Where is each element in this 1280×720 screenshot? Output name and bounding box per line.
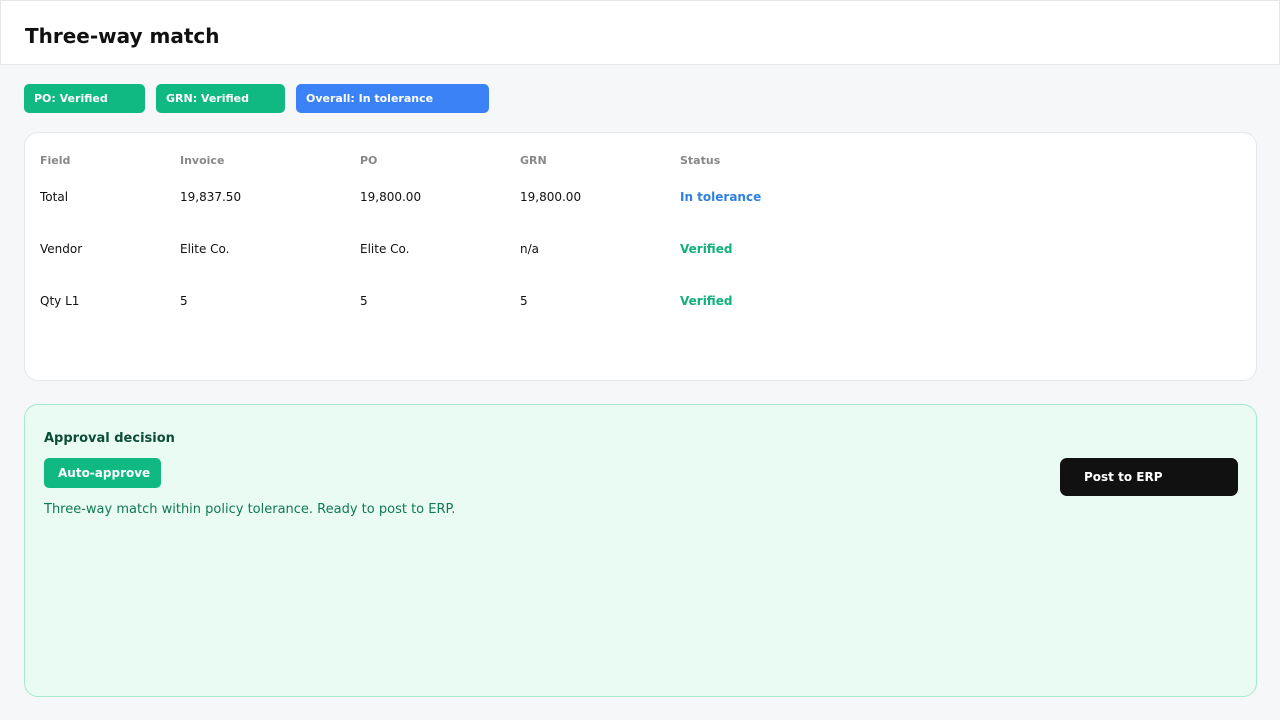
cell-grn: 5 — [520, 294, 528, 308]
cell-status: Verified — [680, 294, 733, 308]
column-header-grn: GRN — [520, 154, 547, 167]
approval-title: Approval decision — [44, 431, 175, 446]
cell-field: Qty L1 — [40, 294, 80, 308]
column-header-invoice: Invoice — [180, 154, 225, 167]
column-header-field: Field — [40, 154, 71, 167]
column-header-po: PO — [360, 154, 378, 167]
cell-grn: n/a — [520, 242, 540, 256]
cell-field: Vendor — [40, 242, 83, 256]
approval-message: Three-way match within policy tolerance.… — [44, 502, 456, 517]
cell-status: Verified — [680, 242, 733, 256]
cell-invoice: Elite Co. — [180, 242, 230, 256]
cell-po: 19,800.00 — [360, 190, 422, 204]
page-header: Three-way match — [0, 0, 1280, 65]
column-header-status: Status — [680, 154, 721, 167]
approval-panel: Approval decision Auto-approve Three-way… — [24, 404, 1257, 697]
grn-status-badge: GRN: Verified — [156, 84, 285, 113]
cell-invoice: 5 — [180, 294, 188, 308]
cell-po: Elite Co. — [360, 242, 410, 256]
post-to-erp-button[interactable]: Post to ERP — [1060, 458, 1238, 496]
match-table: Field Invoice PO GRN Status Total 19,837… — [24, 132, 1257, 381]
cell-grn: 19,800.00 — [520, 190, 582, 204]
cell-field: Total — [40, 190, 69, 204]
page-title: Three-way match — [25, 24, 220, 48]
cell-invoice: 19,837.50 — [180, 190, 242, 204]
cell-status: In tolerance — [680, 190, 762, 204]
po-status-badge: PO: Verified — [24, 84, 145, 113]
cell-po: 5 — [360, 294, 368, 308]
auto-approve-badge: Auto-approve — [44, 458, 161, 488]
overall-status-badge: Overall: In tolerance — [296, 84, 489, 113]
